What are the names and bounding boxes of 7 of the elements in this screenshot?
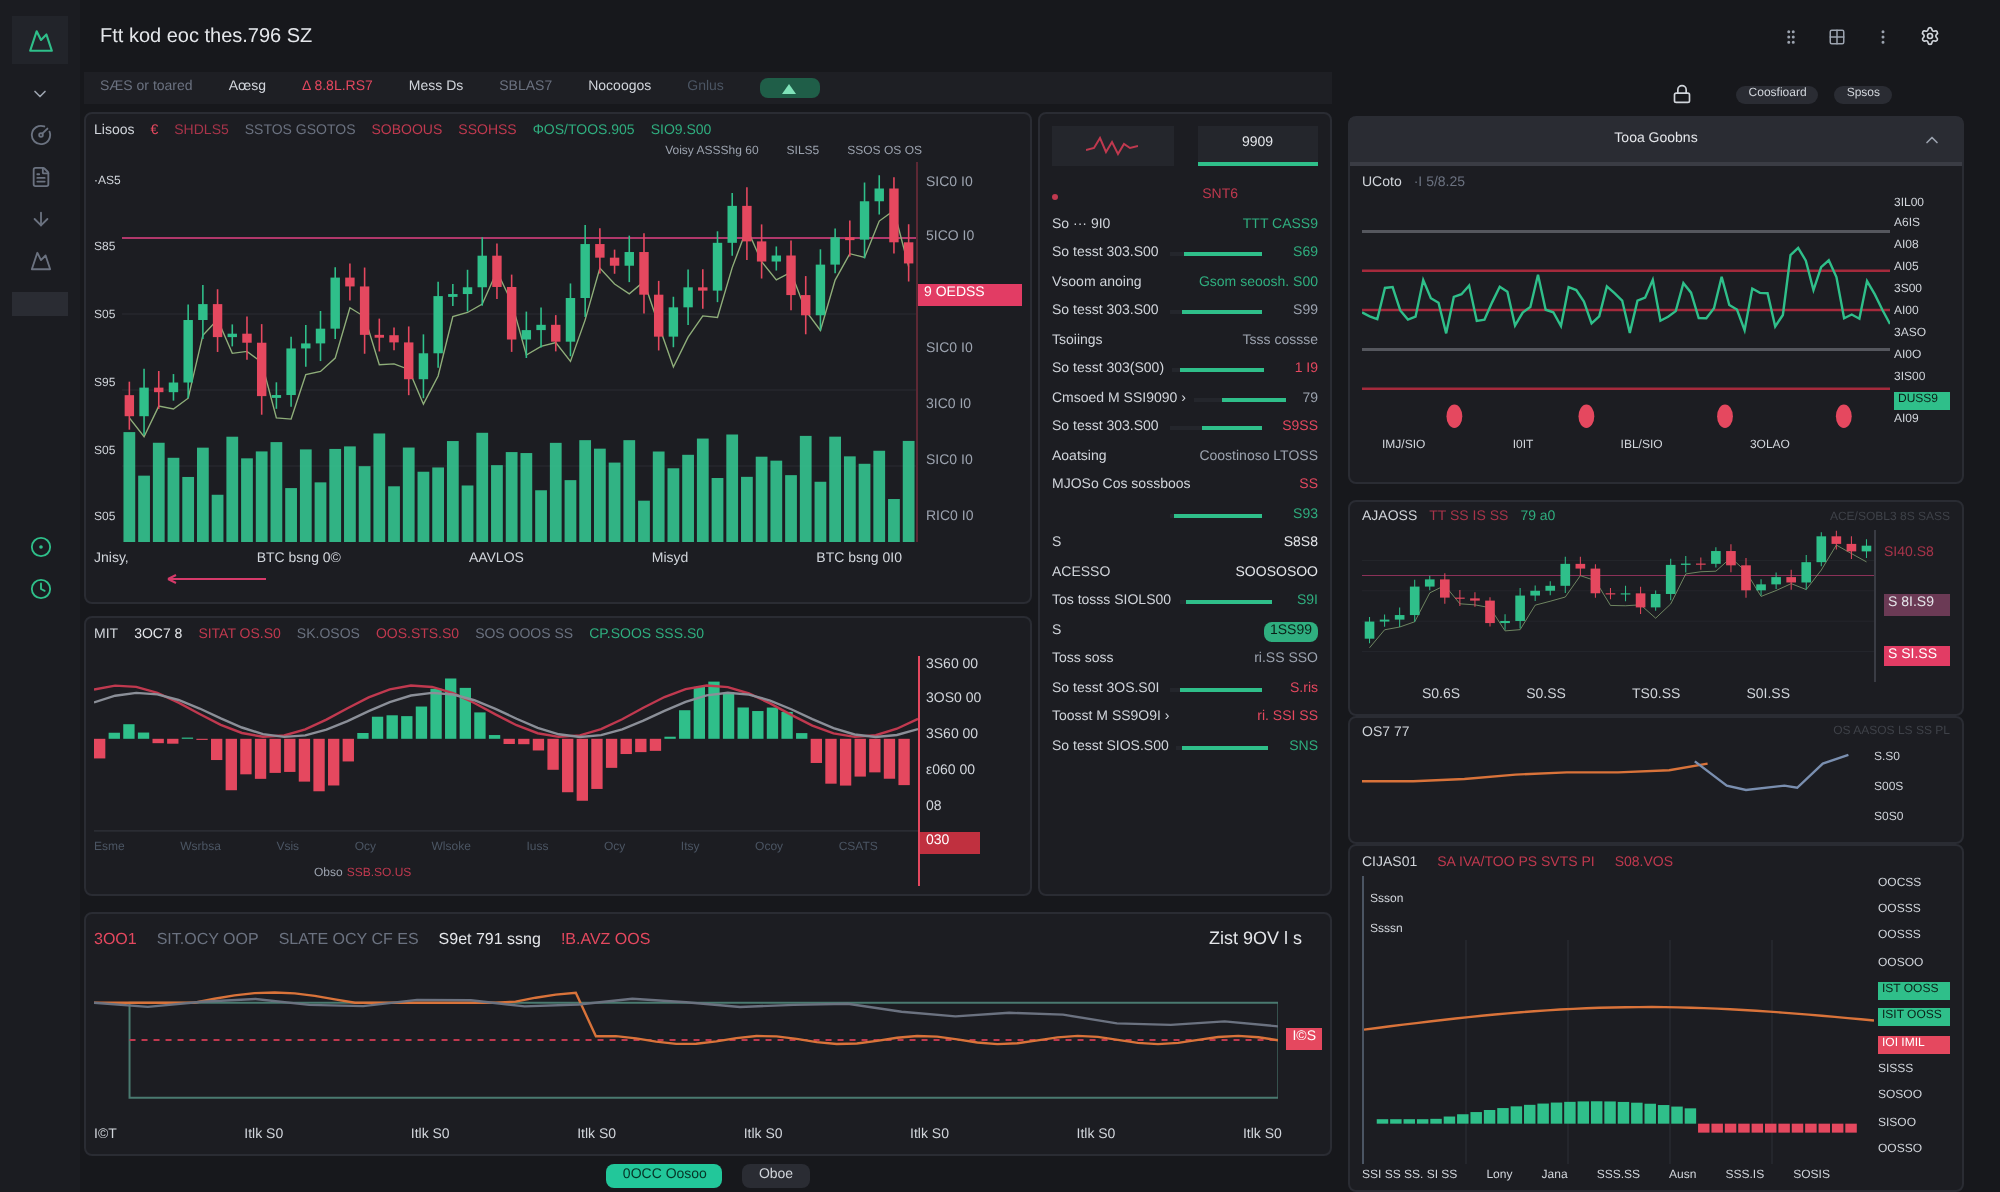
timeline-title: Zist 9OV l s [1208, 926, 1302, 952]
timeline-header-text: S9et 791 ssng [438, 927, 541, 952]
timeline-header-text: !B.AVZ OOS [560, 927, 651, 952]
app-title: Ftt kod eoc thes.796 SZ [100, 23, 313, 51]
timeline-header-text: SLATE OCY CF ES [278, 927, 419, 952]
timeline-header-text: 3OO1 [94, 927, 137, 952]
timeline-header-text: SIT.OCY OOP [156, 927, 259, 952]
